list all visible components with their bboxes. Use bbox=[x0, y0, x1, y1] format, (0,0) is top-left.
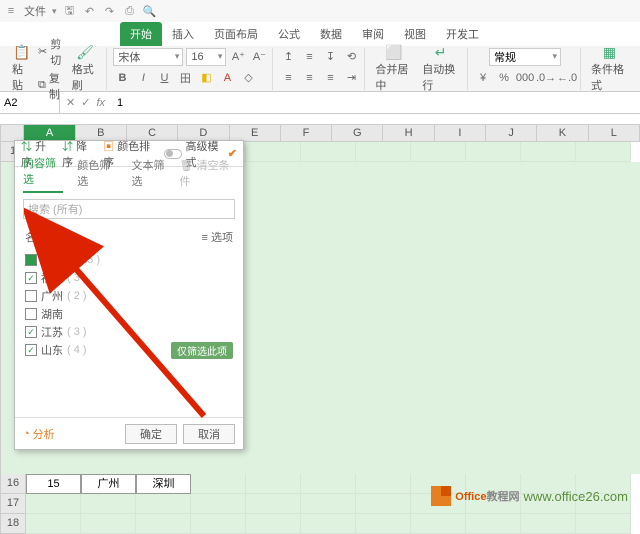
cut-button[interactable]: ✂剪切 bbox=[38, 36, 66, 68]
print-icon[interactable]: ⎙ bbox=[123, 4, 137, 18]
conditional-format-button[interactable]: ▦条件格式 bbox=[587, 42, 632, 95]
row-header[interactable]: 16 bbox=[0, 474, 26, 494]
decrease-font-icon[interactable]: A⁻ bbox=[250, 48, 268, 66]
tab-color-filter[interactable]: 颜色筛选 bbox=[77, 157, 117, 193]
tab-layout[interactable]: 页面布局 bbox=[204, 22, 268, 46]
filter-item[interactable]: 广州 ( 2 ) bbox=[25, 287, 233, 305]
col-header-f[interactable]: F bbox=[281, 124, 332, 142]
undo-icon[interactable]: ↶ bbox=[83, 4, 97, 18]
paste-button[interactable]: 📋粘贴 bbox=[8, 42, 36, 95]
align-bottom-icon[interactable]: ↧ bbox=[321, 48, 339, 66]
filter-item[interactable]: 江苏 ( 3 ) bbox=[25, 323, 233, 341]
increase-font-icon[interactable]: A⁺ bbox=[229, 48, 247, 66]
tab-data[interactable]: 数据 bbox=[310, 22, 352, 46]
preview-icon[interactable]: 🔍 bbox=[143, 4, 157, 18]
border-icon[interactable]: 田 bbox=[176, 69, 194, 87]
row-header[interactable]: 17 bbox=[0, 494, 26, 514]
percent-icon[interactable]: % bbox=[495, 69, 513, 87]
col-header-g[interactable]: G bbox=[332, 124, 383, 142]
merge-center-button[interactable]: ⬜合并居中 bbox=[371, 42, 416, 95]
filter-list-header: 名称 bbox=[25, 229, 47, 245]
file-menu[interactable]: 文件 bbox=[24, 3, 46, 19]
inc-decimal-icon[interactable]: .0→ bbox=[537, 69, 555, 87]
comma-icon[interactable]: 000 bbox=[516, 69, 534, 87]
clear-conditions-button[interactable]: 🗑 清空条件 bbox=[180, 157, 235, 193]
filter-item-all[interactable]: (全选) ( 15 ) bbox=[25, 251, 233, 269]
filter-search-input[interactable]: 搜索 (所有) bbox=[23, 199, 235, 219]
align-top-icon[interactable]: ↥ bbox=[279, 48, 297, 66]
cell[interactable]: 15 bbox=[26, 474, 81, 494]
currency-icon[interactable]: ¥ bbox=[474, 69, 492, 87]
save-icon[interactable]: 🖫 bbox=[63, 4, 77, 18]
menu-icon[interactable]: ≡ bbox=[4, 4, 18, 18]
number-format-combo[interactable]: 常规 bbox=[489, 48, 561, 66]
filter-only-badge[interactable]: 仅筛选此项 bbox=[171, 342, 233, 359]
col-header-l[interactable]: L bbox=[589, 124, 640, 142]
align-right-icon[interactable]: ≡ bbox=[321, 69, 339, 87]
tab-text-filter[interactable]: 文本筛选 bbox=[132, 157, 172, 193]
accept-formula-icon[interactable]: ✓ bbox=[81, 96, 90, 109]
font-size-combo[interactable]: 16 bbox=[186, 48, 226, 66]
cancel-button[interactable]: 取消 bbox=[183, 424, 235, 444]
align-middle-icon[interactable]: ≡ bbox=[300, 48, 318, 66]
tab-insert[interactable]: 插入 bbox=[162, 22, 204, 46]
underline-icon[interactable]: U bbox=[155, 69, 173, 87]
office-logo-icon bbox=[431, 486, 451, 506]
col-header-k[interactable]: K bbox=[537, 124, 588, 142]
filter-item[interactable]: 山东 ( 4 )仅筛选此项 bbox=[25, 341, 233, 359]
redo-icon[interactable]: ↷ bbox=[103, 4, 117, 18]
watermark: Office教程网 www.office26.com bbox=[431, 486, 628, 506]
col-header-i[interactable]: I bbox=[435, 124, 486, 142]
filter-item[interactable]: 湖南 bbox=[25, 305, 233, 323]
filter-item-list: (全选) ( 15 ) 福建 ( 3 ) 广州 ( 2 ) 湖南 江苏 ( 3 … bbox=[15, 249, 243, 361]
fill-color-icon[interactable]: ◧ bbox=[197, 69, 215, 87]
format-painter-button[interactable]: 🖌格式刷 bbox=[68, 42, 103, 95]
ribbon: 📋粘贴 ✂剪切 ⧉复制 🖌格式刷 宋体 16 A⁺ A⁻ B I U 田 ◧ A… bbox=[0, 46, 640, 92]
tab-content-filter[interactable]: 内容筛选 bbox=[23, 155, 63, 193]
analyze-button[interactable]: ◔ 分析 bbox=[23, 426, 55, 442]
col-header-h[interactable]: H bbox=[383, 124, 434, 142]
tab-formula[interactable]: 公式 bbox=[268, 22, 310, 46]
align-center-icon[interactable]: ≡ bbox=[300, 69, 318, 87]
align-left-icon[interactable]: ≡ bbox=[279, 69, 297, 87]
filter-options-button[interactable]: ≡ 选项 bbox=[202, 229, 233, 245]
tab-start[interactable]: 开始 bbox=[120, 22, 162, 46]
orientation-icon[interactable]: ⟲ bbox=[342, 48, 360, 66]
fx-icon[interactable]: fx bbox=[96, 97, 105, 109]
font-color-icon[interactable]: A bbox=[218, 69, 236, 87]
cell[interactable]: 深圳 bbox=[136, 474, 191, 494]
title-bar: ≡ 文件▾ 🖫 ↶ ↷ ⎙ 🔍 bbox=[0, 0, 640, 22]
cell[interactable]: 广州 bbox=[81, 474, 136, 494]
ok-button[interactable]: 确定 bbox=[125, 424, 177, 444]
dec-decimal-icon[interactable]: ←.0 bbox=[558, 69, 576, 87]
col-header-j[interactable]: J bbox=[486, 124, 537, 142]
name-box[interactable]: A2 bbox=[0, 92, 60, 114]
clear-format-icon[interactable]: ◇ bbox=[239, 69, 257, 87]
formula-input[interactable]: 1 bbox=[111, 97, 640, 109]
wrap-text-button[interactable]: ↵自动换行 bbox=[418, 42, 463, 95]
font-name-combo[interactable]: 宋体 bbox=[113, 48, 183, 66]
bold-icon[interactable]: B bbox=[113, 69, 131, 87]
row-header[interactable]: 18 bbox=[0, 514, 26, 534]
indent-icon[interactable]: ⇥ bbox=[342, 69, 360, 87]
italic-icon[interactable]: I bbox=[134, 69, 152, 87]
cancel-formula-icon[interactable]: ✕ bbox=[66, 96, 75, 109]
filter-panel: ⇅ 升序 ⇵ 降序 ▣ 颜色排序 高级模式✔ 内容筛选 颜色筛选 文本筛选 🗑 … bbox=[14, 140, 244, 450]
filter-item[interactable]: 福建 ( 3 ) bbox=[25, 269, 233, 287]
formula-bar: A2 ✕ ✓ fx 1 bbox=[0, 92, 640, 114]
